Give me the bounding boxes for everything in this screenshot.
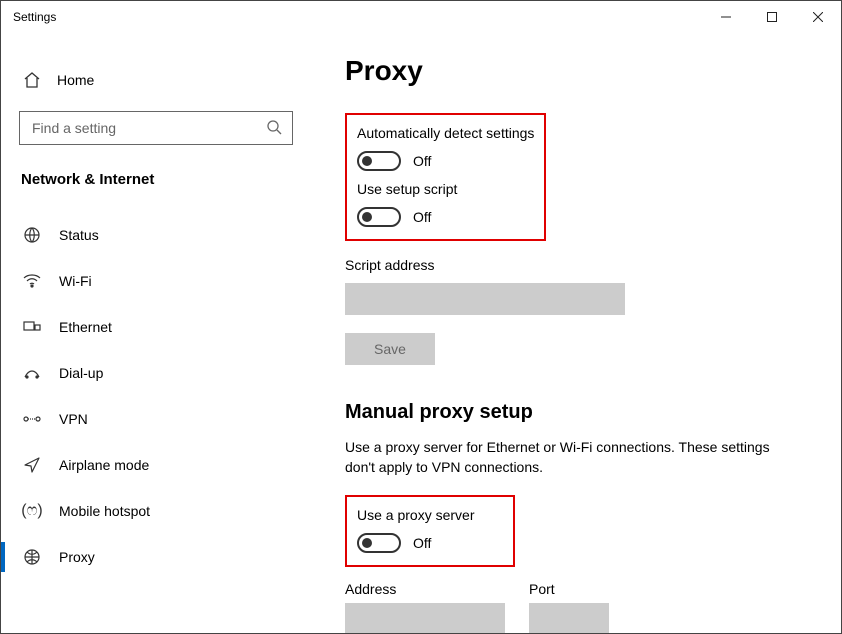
auto-detect-toggle[interactable]	[357, 151, 401, 171]
use-proxy-state: Off	[413, 535, 431, 551]
auto-detect-state: Off	[413, 153, 431, 169]
search-icon	[266, 119, 282, 138]
main-content: Proxy Automatically detect settings Off …	[311, 33, 841, 633]
sidebar-item-hotspot[interactable]: (ෆ) Mobile hotspot	[19, 488, 293, 534]
address-input[interactable]	[345, 603, 505, 633]
category-title: Network & Internet	[19, 171, 293, 188]
window-title: Settings	[13, 10, 56, 24]
wifi-icon	[23, 274, 41, 288]
use-proxy-toggle[interactable]	[357, 533, 401, 553]
sidebar-item-label: Airplane mode	[59, 457, 149, 473]
status-icon	[23, 226, 41, 244]
port-input[interactable]	[529, 603, 609, 633]
home-link[interactable]: Home	[19, 63, 293, 97]
ethernet-icon	[23, 320, 41, 334]
page-title: Proxy	[345, 55, 801, 87]
sidebar-item-label: Ethernet	[59, 319, 112, 335]
titlebar: Settings	[1, 1, 841, 33]
address-label: Address	[345, 581, 505, 597]
use-proxy-highlight: Use a proxy server Off	[345, 495, 515, 567]
minimize-button[interactable]	[703, 1, 749, 33]
setup-script-state: Off	[413, 209, 431, 225]
vpn-icon	[23, 412, 41, 426]
script-address-input[interactable]	[345, 283, 625, 315]
home-icon	[23, 71, 41, 89]
maximize-button[interactable]	[749, 1, 795, 33]
proxy-icon	[23, 548, 41, 566]
sidebar-item-wifi[interactable]: Wi-Fi	[19, 258, 293, 304]
manual-description: Use a proxy server for Ethernet or Wi-Fi…	[345, 438, 785, 477]
search-box[interactable]	[19, 111, 293, 145]
auto-detect-label: Automatically detect settings	[357, 125, 534, 141]
port-label: Port	[529, 581, 609, 597]
script-address-label: Script address	[345, 257, 801, 273]
dialup-icon	[23, 366, 41, 380]
auto-proxy-highlight: Automatically detect settings Off Use se…	[345, 113, 546, 241]
sidebar-item-proxy[interactable]: Proxy	[19, 534, 293, 580]
close-button[interactable]	[795, 1, 841, 33]
setup-script-label: Use setup script	[357, 181, 534, 197]
save-button[interactable]: Save	[345, 333, 435, 365]
setup-script-toggle[interactable]	[357, 207, 401, 227]
sidebar-item-ethernet[interactable]: Ethernet	[19, 304, 293, 350]
sidebar-item-airplane[interactable]: Airplane mode	[19, 442, 293, 488]
hotspot-icon: (ෆ)	[23, 502, 41, 520]
manual-section-title: Manual proxy setup	[345, 401, 801, 424]
sidebar-item-label: Wi-Fi	[59, 273, 92, 289]
use-proxy-label: Use a proxy server	[357, 507, 503, 523]
sidebar-item-label: Proxy	[59, 549, 95, 565]
sidebar-item-label: Mobile hotspot	[59, 503, 150, 519]
sidebar-item-label: Status	[59, 227, 99, 243]
sidebar-item-label: Dial-up	[59, 365, 103, 381]
sidebar: Home Network & Internet Status Wi-Fi	[1, 33, 311, 633]
sidebar-item-label: VPN	[59, 411, 88, 427]
airplane-icon	[23, 456, 41, 474]
home-label: Home	[57, 72, 94, 88]
sidebar-item-dialup[interactable]: Dial-up	[19, 350, 293, 396]
sidebar-item-vpn[interactable]: VPN	[19, 396, 293, 442]
sidebar-item-status[interactable]: Status	[19, 212, 293, 258]
search-input[interactable]	[30, 119, 266, 137]
